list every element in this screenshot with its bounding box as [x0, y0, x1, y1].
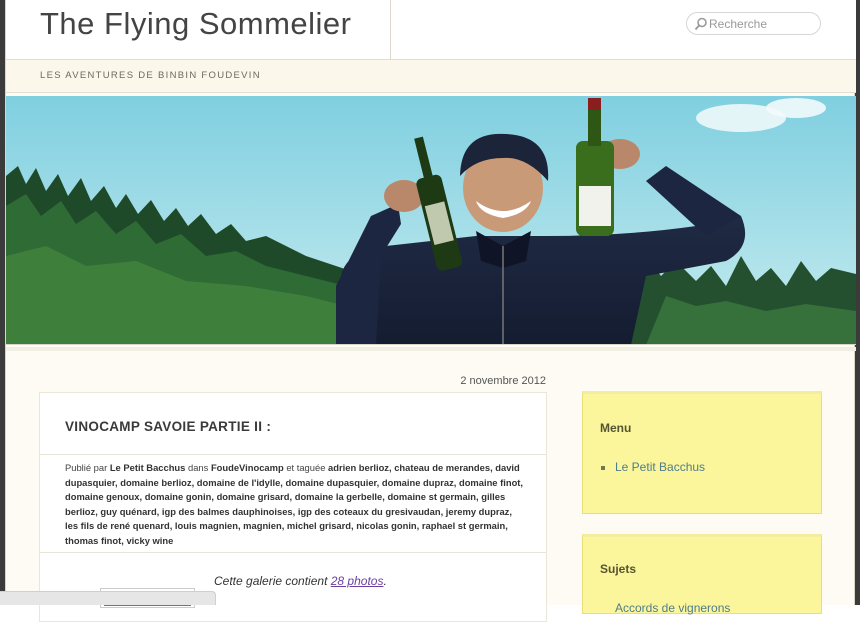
menu-item-le-petit-bacchus[interactable]: Le Petit Bacchus	[615, 460, 705, 474]
post-tags-links[interactable]: adrien berlioz, chateau de merandes, dav…	[65, 462, 523, 546]
search-input[interactable]	[709, 15, 814, 33]
post-meta: Publié par Le Petit Bacchus dans FoudeVi…	[65, 461, 525, 548]
subjects-item[interactable]: Accords de vignerons	[615, 601, 730, 615]
divider	[40, 552, 546, 553]
meta-published-prefix: Publié par	[65, 462, 108, 473]
tagline-bar: LES AVENTURES DE BINBIN FOUDEVIN	[6, 60, 856, 93]
gallery-caption: Cette galerie contient 28 photos.	[214, 574, 387, 588]
site-tagline: LES AVENTURES DE BINBIN FOUDEVIN	[40, 70, 261, 81]
banner-photo	[6, 96, 856, 344]
divider	[40, 454, 546, 455]
site-header: The Flying Sommelier	[6, 0, 856, 60]
gallery-suffix: .	[383, 574, 387, 588]
menu-list: Le Petit Bacchus	[601, 460, 705, 474]
sidebar-widget-subjects: Sujets Accords de vignerons	[582, 534, 822, 615]
post-title[interactable]: VINOCAMP SAVOIE PARTIE II :	[65, 419, 271, 434]
search-box[interactable]	[686, 12, 821, 35]
gallery-photos-link[interactable]: 28 photos	[331, 574, 384, 588]
gallery-prefix: Cette galerie contient	[214, 574, 331, 588]
menu-item: Le Petit Bacchus	[601, 460, 705, 474]
header-banner-image	[6, 96, 856, 345]
meta-in: dans	[187, 462, 209, 473]
post-category-link[interactable]: FoudeVinocamp	[211, 462, 284, 473]
meta-tagged: et taguée	[286, 462, 326, 473]
post-date[interactable]: 2 novembre 2012	[426, 375, 546, 387]
widget-title-subjects: Sujets	[600, 562, 637, 576]
content-area: 2 novembre 2012 VINOCAMP SAVOIE PARTIE I…	[6, 347, 856, 622]
post-author-link[interactable]: Le Petit Bacchus	[110, 462, 186, 473]
post-article: VINOCAMP SAVOIE PARTIE II : Publié par L…	[39, 392, 547, 622]
header-divider	[390, 0, 391, 60]
search-icon	[694, 17, 708, 31]
horizontal-scrollbar[interactable]	[0, 591, 216, 605]
page: The Flying Sommelier LES AVENTURES DE BI…	[5, 0, 856, 622]
bullet-icon	[601, 465, 605, 470]
site-title[interactable]: The Flying Sommelier	[40, 6, 351, 42]
sidebar-widget-menu: Menu Le Petit Bacchus	[582, 391, 822, 514]
widget-title-menu: Menu	[600, 421, 632, 435]
